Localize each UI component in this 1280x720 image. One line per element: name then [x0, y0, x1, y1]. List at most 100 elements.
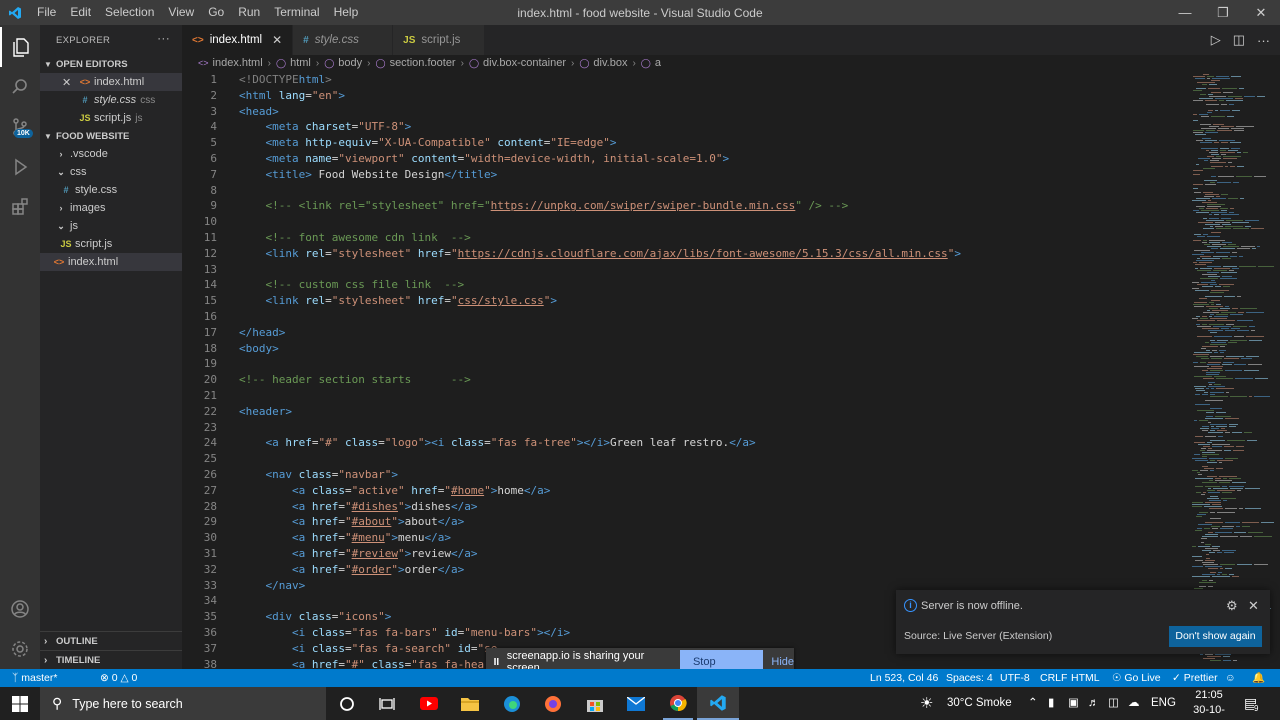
close-icon[interactable]: ✕: [1248, 598, 1259, 614]
run-icon[interactable]: ▷: [1211, 32, 1221, 48]
go-live-status[interactable]: ☉ Go Live: [1112, 669, 1161, 687]
cloud-icon[interactable]: ☁: [1128, 687, 1140, 720]
task-view-icon[interactable]: [372, 687, 402, 720]
breadcrumb-item[interactable]: ◯ a: [641, 57, 661, 69]
code-line[interactable]: 22 <header>: [182, 404, 1182, 420]
hide-button[interactable]: Hide: [771, 656, 794, 668]
more-actions-icon[interactable]: ···: [1257, 33, 1270, 48]
edge-browser-icon[interactable]: [497, 687, 527, 720]
dont-show-again-button[interactable]: Don't show again: [1169, 626, 1262, 647]
language-mode[interactable]: HTML: [1071, 669, 1100, 687]
code-line[interactable]: 18 <body>: [182, 341, 1182, 357]
code-line[interactable]: 23: [182, 420, 1182, 436]
code-line[interactable]: 21: [182, 388, 1182, 404]
code-line[interactable]: 11 <!-- font awesome cdn link -->: [182, 230, 1182, 246]
tab-style-css[interactable]: # style.css: [293, 25, 394, 55]
minimap[interactable]: [1188, 72, 1280, 669]
code-line[interactable]: 3 <head>: [182, 104, 1182, 120]
network-icon[interactable]: ▣: [1068, 687, 1079, 720]
cursor-position[interactable]: Ln 523, Col 46: [870, 669, 938, 687]
code-line[interactable]: 19: [182, 356, 1182, 372]
line-ending[interactable]: CRLF: [1040, 669, 1067, 687]
code-line[interactable]: 29 <a href="#about">about</a>: [182, 514, 1182, 530]
breadcrumb-item[interactable]: <> index.html: [198, 57, 263, 69]
file-explorer-icon[interactable]: [455, 687, 485, 720]
open-editors-section[interactable]: ▼ OPEN EDITORS: [40, 55, 182, 73]
problems-status[interactable]: ⊗ 0 △ 0: [100, 669, 137, 687]
code-line[interactable]: 9 <!-- <link rel="stylesheet" href="http…: [182, 198, 1182, 214]
branch-status[interactable]: ᛉ master*: [12, 669, 57, 687]
breadcrumb-item[interactable]: ◯ div.box-container: [469, 57, 566, 69]
code-line[interactable]: 2 <html lang="en">: [182, 88, 1182, 104]
split-editor-icon[interactable]: ◫: [1233, 32, 1245, 48]
youtube-icon[interactable]: [414, 687, 444, 720]
code-line[interactable]: 32 <a href="#order">order</a>: [182, 562, 1182, 578]
code-line[interactable]: 13: [182, 262, 1182, 278]
code-line[interactable]: 8: [182, 183, 1182, 199]
open-editor-item[interactable]: # style.css css: [40, 91, 182, 109]
encoding[interactable]: UTF-8: [1000, 669, 1030, 687]
code-line[interactable]: 26 <nav class="navbar">: [182, 467, 1182, 483]
search-icon[interactable]: [0, 67, 40, 107]
menu-go[interactable]: Go: [201, 0, 231, 25]
code-line[interactable]: 30 <a href="#menu">menu</a>: [182, 530, 1182, 546]
project-section[interactable]: ▼ FOOD WEBSITE: [40, 127, 182, 145]
code-editor[interactable]: 1 <!DOCTYPEhtml> 2 <html lang="en"> 3 <head> 4…: [182, 72, 1188, 669]
tree-folder[interactable]: ⌄ js: [40, 217, 182, 235]
code-line[interactable]: 27 <a class="active" href="#home">home</…: [182, 483, 1182, 499]
menu-run[interactable]: Run: [231, 0, 267, 25]
tree-folder[interactable]: › .vscode: [40, 145, 182, 163]
more-actions-icon[interactable]: ···: [157, 31, 170, 45]
run-debug-icon[interactable]: [0, 147, 40, 187]
tree-file[interactable]: # style.css: [40, 181, 182, 199]
display-icon[interactable]: ◫: [1108, 687, 1119, 720]
close-tab-icon[interactable]: ✕: [272, 33, 282, 47]
open-editor-item[interactable]: JS script.js js: [40, 109, 182, 127]
tree-folder[interactable]: › images: [40, 199, 182, 217]
code-line[interactable]: 17 </head>: [182, 325, 1182, 341]
code-line[interactable]: 14 <!-- custom css file link -->: [182, 277, 1182, 293]
breadcrumb-item[interactable]: ◯ html: [276, 57, 311, 69]
code-line[interactable]: 25: [182, 451, 1182, 467]
code-line[interactable]: 6 <meta name="viewport" content="width=d…: [182, 151, 1182, 167]
timeline-section[interactable]: › TIMELINE: [40, 650, 182, 670]
input-language[interactable]: ENG: [1151, 687, 1176, 720]
mail-icon[interactable]: [621, 687, 651, 720]
weather-icon[interactable]: ☀: [920, 687, 933, 720]
menu-selection[interactable]: Selection: [98, 0, 161, 25]
restore-icon[interactable]: ❐: [1204, 0, 1242, 25]
tree-file[interactable]: JS script.js: [40, 235, 182, 253]
menu-help[interactable]: Help: [327, 0, 366, 25]
chrome-icon[interactable]: [663, 687, 693, 720]
close-icon[interactable]: ✕: [1242, 0, 1280, 25]
clock[interactable]: 21:05 30-10-2021: [1188, 688, 1230, 720]
code-line[interactable]: 7 <title> Food Website Design</title>: [182, 167, 1182, 183]
code-line[interactable]: 4 <meta charset="UTF-8">: [182, 119, 1182, 135]
breadcrumb-item[interactable]: ◯ section.footer: [375, 57, 455, 69]
weather-text[interactable]: 30°C Smoke: [947, 687, 1012, 720]
code-line[interactable]: 24 <a href="#" class="logo"><i class="fa…: [182, 435, 1182, 451]
breadcrumb-item[interactable]: ◯ body: [324, 57, 362, 69]
store-icon[interactable]: [580, 687, 610, 720]
code-line[interactable]: 1 <!DOCTYPEhtml>: [182, 72, 1182, 88]
tab-index-html[interactable]: <> index.html ✕: [182, 25, 294, 55]
menu-file[interactable]: File: [30, 0, 63, 25]
gear-icon[interactable]: ⚙: [1226, 598, 1238, 614]
tab-script-js[interactable]: JS script.js: [393, 25, 486, 55]
code-line[interactable]: 15 <link rel="stylesheet" href="css/styl…: [182, 293, 1182, 309]
vscode-taskbar-icon[interactable]: [697, 687, 739, 720]
settings-gear-icon[interactable]: [0, 629, 40, 669]
tree-folder[interactable]: ⌄ css: [40, 163, 182, 181]
battery-icon[interactable]: ▮: [1048, 687, 1054, 720]
code-line[interactable]: 20 <!-- header section starts -->: [182, 372, 1182, 388]
extensions-icon[interactable]: [0, 187, 40, 227]
code-line[interactable]: 5 <meta http-equiv="X-UA-Compatible" con…: [182, 135, 1182, 151]
minimize-icon[interactable]: —: [1166, 0, 1204, 25]
source-control-icon[interactable]: 10K: [0, 107, 40, 147]
menu-edit[interactable]: Edit: [63, 0, 98, 25]
explorer-icon[interactable]: [0, 27, 40, 67]
account-icon[interactable]: [0, 589, 40, 629]
firefox-icon[interactable]: [538, 687, 568, 720]
code-line[interactable]: 12 <link rel="stylesheet" href="https://…: [182, 246, 1182, 262]
windows-start-icon[interactable]: [0, 687, 40, 720]
